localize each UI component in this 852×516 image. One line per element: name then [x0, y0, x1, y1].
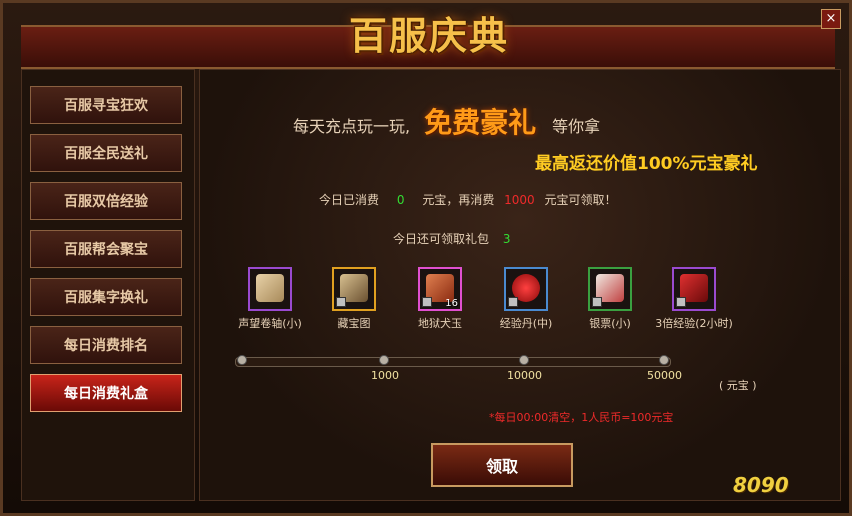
milestone-label: 1000 — [371, 369, 399, 382]
remain-value: 3 — [502, 232, 511, 246]
sidebar-item-collect-words[interactable]: 百服集字换礼 — [30, 278, 182, 316]
reward-item[interactable]: 声望卷轴(小) — [225, 267, 315, 337]
gourd-icon — [504, 267, 548, 311]
sidebar-item-daily-gift-box[interactable]: 每日消费礼盒 — [30, 374, 182, 412]
max-return-text: 最高返还价值100%元宝豪礼 — [535, 154, 758, 174]
sidebar-item-daily-ranking[interactable]: 每日消费排名 — [30, 326, 182, 364]
needed-value: 1000 — [504, 193, 535, 207]
reward-item[interactable]: 藏宝图 — [309, 267, 399, 337]
consume-status: 今日已消费 0 元宝，再消费 1000 元宝可领取！ — [319, 191, 659, 211]
progress-unit: ( 元宝 ) — [719, 379, 757, 392]
needed-suffix: 元宝可领取！ — [544, 193, 617, 207]
event-window: 百服庆典 × 百服寻宝狂欢 百服全民送礼 百服双倍经验 百服帮会聚宝 百服集字换… — [0, 0, 852, 516]
progress-track — [235, 357, 671, 367]
window-title: 百服庆典 — [348, 14, 509, 58]
progress-knob-1000 — [379, 355, 389, 365]
banknote-icon — [588, 267, 632, 311]
remain-label: 今日还可领取礼包 — [393, 232, 490, 246]
lock-icon — [676, 297, 686, 307]
lock-icon — [508, 297, 518, 307]
reward-item[interactable]: 16 地狱犬玉 — [395, 267, 485, 337]
jade-icon: 16 — [418, 267, 462, 311]
reset-note: *每日00:00清空，1人民币=100元宝 — [489, 411, 674, 424]
reward-name: 3倍经验(2小时) — [655, 317, 733, 330]
milestone-label: 10000 — [507, 369, 542, 382]
slogan-prefix: 每天充点玩一玩, — [293, 117, 411, 136]
reward-item[interactable]: 经验丹(中) — [481, 267, 571, 337]
milestone-label: 50000 — [647, 369, 682, 382]
consumed-value: 0 — [396, 193, 405, 207]
consumed-unit: 元宝，再消费 — [422, 193, 495, 207]
sidebar-item-guild-treasure[interactable]: 百服帮会聚宝 — [30, 230, 182, 268]
close-button[interactable]: × — [821, 9, 841, 29]
reward-item[interactable]: 3倍经验(2小时) — [649, 267, 739, 337]
reward-item[interactable]: 银票(小) — [565, 267, 655, 337]
progress-knob-50000 — [659, 355, 669, 365]
lock-icon — [592, 297, 602, 307]
slogan: 每天充点玩一玩, 免费豪礼 等你拿 — [293, 101, 713, 141]
reward-name: 声望卷轴(小) — [238, 317, 302, 330]
exp-book-icon — [672, 267, 716, 311]
sidebar-item-gift-all[interactable]: 百服全民送礼 — [30, 134, 182, 172]
slogan-highlight: 免费豪礼 — [424, 106, 537, 139]
consumed-label: 今日已消费 — [319, 193, 380, 207]
treasure-map-icon — [332, 267, 376, 311]
remain-status: 今日还可领取礼包 3 — [393, 230, 593, 247]
sidebar-item-treasure-hunt[interactable]: 百服寻宝狂欢 — [30, 86, 182, 124]
sidebar-item-double-exp[interactable]: 百服双倍经验 — [30, 182, 182, 220]
lock-icon — [336, 297, 346, 307]
lock-icon — [422, 297, 432, 307]
sidebar: 百服寻宝狂欢 百服全民送礼 百服双倍经验 百服帮会聚宝 百服集字换礼 每日消费排… — [21, 69, 195, 501]
scroll-icon — [248, 267, 292, 311]
reward-name: 地狱犬玉 — [418, 317, 462, 330]
site-logo: 8090 — [733, 473, 789, 497]
progress-knob-start — [237, 355, 247, 365]
reward-name: 经验丹(中) — [499, 317, 553, 330]
reward-name: 藏宝图 — [337, 317, 371, 330]
progress-knob-10000 — [519, 355, 529, 365]
reward-name: 银票(小) — [589, 317, 631, 330]
item-count: 16 — [445, 298, 458, 309]
claim-button[interactable]: 领取 — [431, 443, 573, 487]
slogan-suffix: 等你拿 — [552, 117, 601, 136]
